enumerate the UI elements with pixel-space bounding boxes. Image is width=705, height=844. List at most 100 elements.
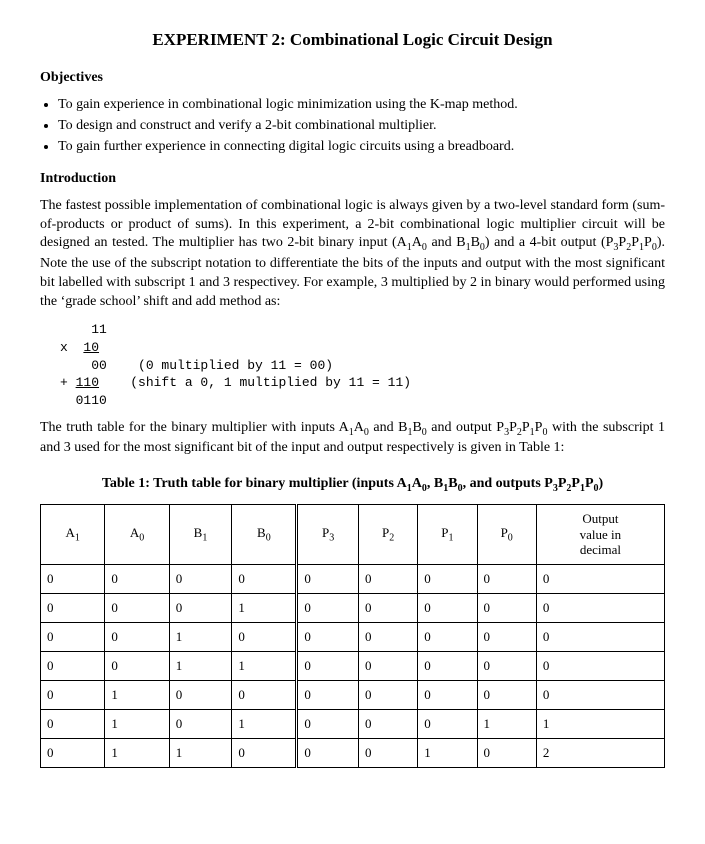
table-cell: 0 xyxy=(41,593,105,622)
text: and B xyxy=(427,235,466,250)
table-cell: 2 xyxy=(536,738,664,767)
table-cell: 1 xyxy=(169,622,232,651)
calc-line: 11 xyxy=(60,322,107,337)
table-cell: 0 xyxy=(232,564,297,593)
calc-underline: 10 xyxy=(83,340,99,355)
intro-paragraph-2: The truth table for the binary multiplie… xyxy=(40,419,665,458)
table-cell: 0 xyxy=(41,651,105,680)
col-A0: A0 xyxy=(105,505,169,565)
col-P0: P0 xyxy=(477,505,536,565)
truth-table: A1 A0 B1 B0 P3 P2 P1 P0 Output value in … xyxy=(40,504,665,768)
table-cell: 0 xyxy=(232,738,297,767)
text: P xyxy=(631,235,639,250)
table-cell: 0 xyxy=(169,593,232,622)
table-cell: 0 xyxy=(41,709,105,738)
text: P xyxy=(585,476,594,491)
calc-underline: 110 xyxy=(76,375,99,390)
calc-line: x xyxy=(60,340,83,355)
col-output-decimal: Output value in decimal xyxy=(536,505,664,565)
table-body: 0000000000001000000010000000011000000100… xyxy=(41,564,665,767)
col-A1: A1 xyxy=(41,505,105,565)
list-item: To gain further experience in connecting… xyxy=(58,138,665,157)
table-cell: 0 xyxy=(536,680,664,709)
table-cell: 0 xyxy=(418,564,477,593)
table-cell: 0 xyxy=(297,622,359,651)
objectives-heading: Objectives xyxy=(40,70,665,86)
text: B xyxy=(448,476,457,491)
intro-paragraph-1: The fastest possible implementation of c… xyxy=(40,197,665,312)
text: , and outputs P xyxy=(463,476,553,491)
table-row: 000100000 xyxy=(41,593,665,622)
table-cell: 0 xyxy=(418,593,477,622)
text: B xyxy=(471,235,480,250)
text: A xyxy=(354,420,364,435)
col-P1: P1 xyxy=(418,505,477,565)
table-cell: 0 xyxy=(105,622,169,651)
table-cell: 0 xyxy=(297,709,359,738)
table-cell: 0 xyxy=(418,709,477,738)
table-cell: 1 xyxy=(418,738,477,767)
table-cell: 0 xyxy=(477,593,536,622)
text: Table 1: Truth table for binary multipli… xyxy=(102,476,407,491)
calc-line: + xyxy=(60,375,76,390)
table-cell: 1 xyxy=(232,709,297,738)
table-cell: 0 xyxy=(358,622,417,651)
table-caption: Table 1: Truth table for binary multipli… xyxy=(40,476,665,494)
page-title: EXPERIMENT 2: Combinational Logic Circui… xyxy=(40,30,665,50)
table-cell: 0 xyxy=(169,680,232,709)
table-row: 010000000 xyxy=(41,680,665,709)
table-cell: 0 xyxy=(358,738,417,767)
table-cell: 0 xyxy=(418,680,477,709)
table-row: 010100011 xyxy=(41,709,665,738)
list-item: To design and construct and verify a 2-b… xyxy=(58,117,665,136)
table-cell: 0 xyxy=(41,680,105,709)
table-cell: 0 xyxy=(536,564,664,593)
table-row: 011000102 xyxy=(41,738,665,767)
table-cell: 0 xyxy=(477,738,536,767)
table-cell: 0 xyxy=(169,709,232,738)
table-cell: 0 xyxy=(105,651,169,680)
table-cell: 0 xyxy=(477,622,536,651)
table-cell: 0 xyxy=(232,680,297,709)
table-cell: 0 xyxy=(232,622,297,651)
introduction-heading: Introduction xyxy=(40,171,665,187)
table-cell: 0 xyxy=(358,709,417,738)
table-row: 000000000 xyxy=(41,564,665,593)
table-cell: 1 xyxy=(232,651,297,680)
table-cell: 0 xyxy=(477,680,536,709)
table-cell: 0 xyxy=(418,622,477,651)
table-cell: 0 xyxy=(358,651,417,680)
table-cell: 0 xyxy=(536,651,664,680)
text: B xyxy=(412,420,421,435)
table-header-row: A1 A0 B1 B0 P3 P2 P1 P0 Output value in … xyxy=(41,505,665,565)
table-cell: 1 xyxy=(536,709,664,738)
table-cell: 0 xyxy=(41,622,105,651)
table-cell: 0 xyxy=(358,680,417,709)
calc-line: 00 (0 multiplied by 11 = 00) xyxy=(60,358,333,373)
text: P xyxy=(522,420,530,435)
table-cell: 0 xyxy=(536,593,664,622)
col-B0: B0 xyxy=(232,505,297,565)
table-cell: 0 xyxy=(169,564,232,593)
text: ) and a 4-bit output (P xyxy=(485,235,614,250)
col-P2: P2 xyxy=(358,505,417,565)
table-cell: 0 xyxy=(297,593,359,622)
text: ) xyxy=(599,476,604,491)
table-cell: 1 xyxy=(477,709,536,738)
table-cell: 1 xyxy=(105,680,169,709)
table-cell: 0 xyxy=(477,564,536,593)
table-cell: 0 xyxy=(297,564,359,593)
table-cell: 0 xyxy=(41,564,105,593)
col-P3: P3 xyxy=(297,505,359,565)
list-item: To gain experience in combinational logi… xyxy=(58,96,665,115)
objectives-list: To gain experience in combinational logi… xyxy=(40,96,665,157)
col-B1: B1 xyxy=(169,505,232,565)
text: P xyxy=(509,420,517,435)
table-cell: 1 xyxy=(105,738,169,767)
table-cell: 0 xyxy=(418,651,477,680)
text: A xyxy=(412,235,422,250)
calc-line: (shift a 0, 1 multiplied by 11 = 11) xyxy=(99,375,411,390)
table-cell: 0 xyxy=(297,738,359,767)
table-cell: 0 xyxy=(536,622,664,651)
table-cell: 1 xyxy=(232,593,297,622)
